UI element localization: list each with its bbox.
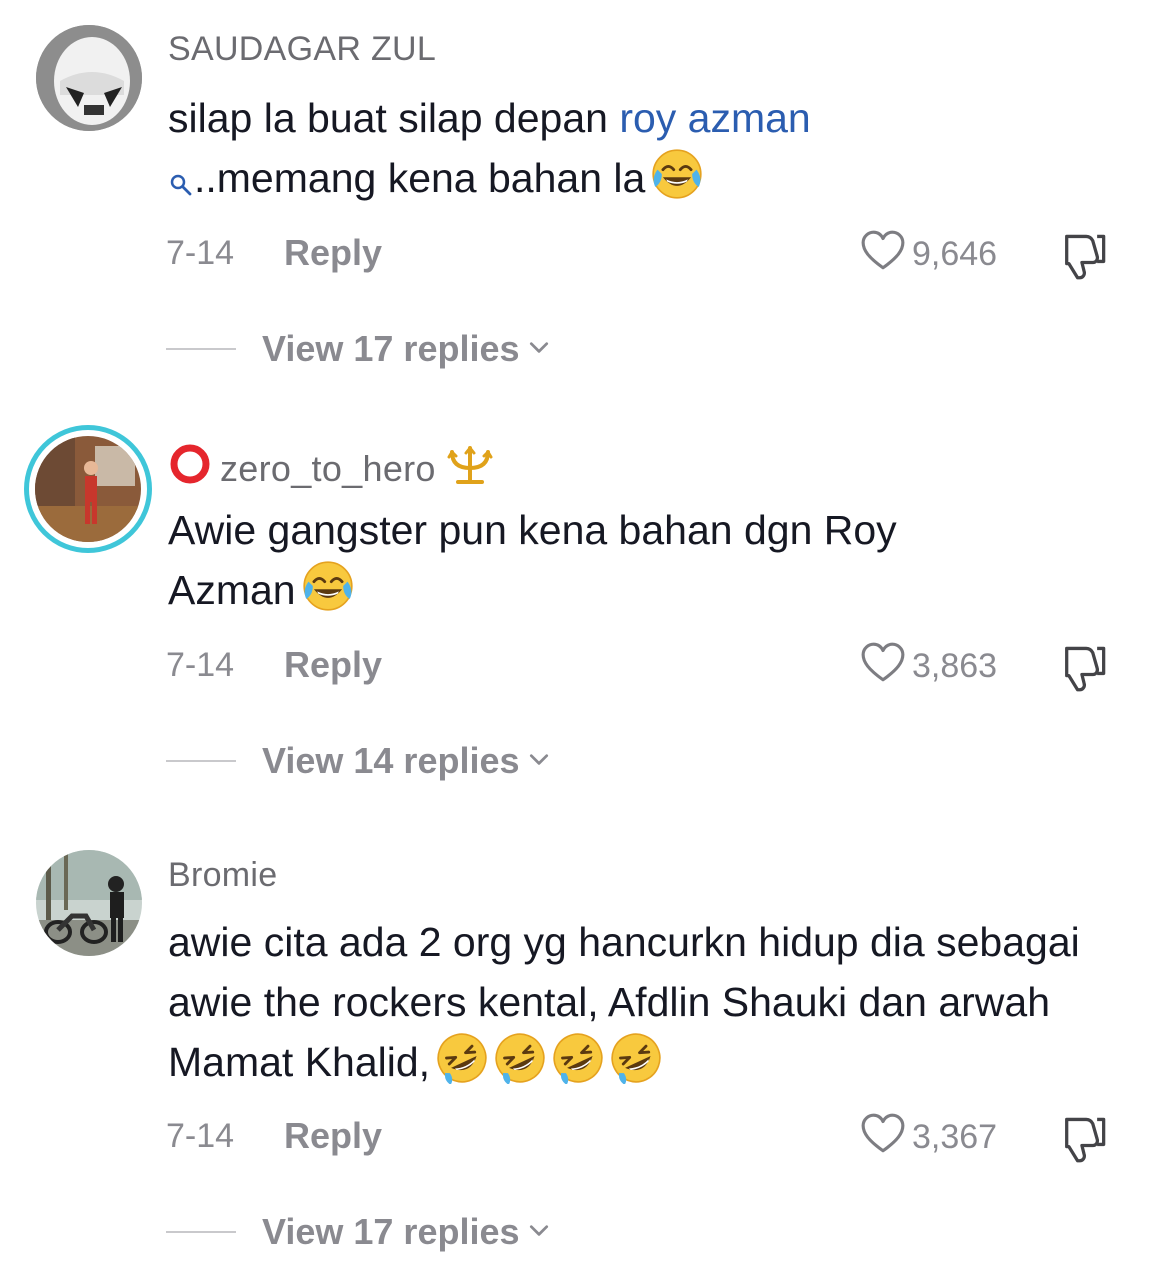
divider (166, 760, 236, 762)
divider (166, 348, 236, 350)
thumbs-down-icon[interactable] (1058, 1117, 1108, 1167)
trident-icon (444, 442, 496, 495)
view-replies-label[interactable]: View 14 replies (262, 740, 520, 782)
chevron-down-icon[interactable] (528, 1222, 550, 1243)
comment-username[interactable]: Bromie (168, 856, 278, 895)
like-button[interactable]: 9,646 (860, 229, 997, 280)
comment-text: Awie gangster pun kena bahan dgn Roy Azm… (168, 500, 1008, 628)
heart-icon[interactable] (860, 1112, 906, 1163)
search-icon[interactable] (168, 154, 194, 214)
thumbs-down-icon[interactable] (1058, 646, 1108, 696)
comment-text: awie cita ada 2 org yg hancurkn hidup di… (168, 912, 1128, 1100)
dislike-button[interactable] (1058, 1115, 1108, 1168)
comment-username[interactable]: zero_to_hero (168, 442, 496, 495)
heart-icon[interactable] (860, 229, 906, 280)
avatar-image (36, 850, 142, 956)
like-button[interactable]: 3,367 (860, 1112, 997, 1163)
view-replies-button[interactable]: View 17 replies (166, 328, 550, 370)
comment-date: 7-14 (166, 646, 235, 684)
reply-button[interactable]: Reply (284, 232, 382, 274)
like-count: 3,367 (912, 1118, 998, 1156)
rolling-on-floor-laughing-emoji-icon (486, 1024, 554, 1100)
rolling-on-floor-laughing-emoji-icon (602, 1024, 670, 1100)
comment-date: 7-14 (166, 1117, 235, 1155)
view-replies-label[interactable]: View 17 replies (262, 328, 520, 370)
comment-username[interactable]: SAUDAGAR ZUL (168, 30, 436, 69)
like-button[interactable]: 3,863 (860, 641, 997, 692)
view-replies-button[interactable]: View 17 replies (166, 1211, 550, 1253)
avatar[interactable] (36, 25, 142, 131)
heart-icon[interactable] (860, 641, 906, 692)
view-replies-label[interactable]: View 17 replies (262, 1211, 520, 1253)
avatar[interactable] (24, 425, 152, 553)
mention-link[interactable]: roy azman (619, 95, 810, 141)
like-count: 3,863 (912, 647, 998, 685)
like-count: 9,646 (912, 235, 998, 273)
tears-of-joy-emoji-icon (302, 560, 354, 628)
tears-of-joy-emoji-icon (651, 148, 703, 216)
thumbs-down-icon[interactable] (1058, 234, 1108, 284)
avatar-image (36, 25, 142, 131)
red-circle-icon (168, 442, 212, 495)
username-text[interactable]: SAUDAGAR ZUL (168, 30, 436, 69)
reply-button[interactable]: Reply (284, 644, 382, 686)
dislike-button[interactable] (1058, 232, 1108, 285)
view-replies-button[interactable]: View 14 replies (166, 740, 550, 782)
comment-date: 7-14 (166, 234, 235, 272)
rolling-on-floor-laughing-emoji-icon (428, 1024, 496, 1100)
comment-text: silap la buat silap depan roy azman ..me… (168, 88, 1118, 216)
username-text[interactable]: zero_to_hero (220, 448, 436, 490)
username-text[interactable]: Bromie (168, 856, 278, 895)
dislike-button[interactable] (1058, 644, 1108, 697)
avatar[interactable] (36, 850, 142, 956)
chevron-down-icon[interactable] (528, 751, 550, 772)
avatar-image (35, 436, 141, 542)
chevron-down-icon[interactable] (528, 339, 550, 360)
rolling-on-floor-laughing-emoji-icon (544, 1024, 612, 1100)
reply-button[interactable]: Reply (284, 1115, 382, 1157)
divider (166, 1231, 236, 1233)
